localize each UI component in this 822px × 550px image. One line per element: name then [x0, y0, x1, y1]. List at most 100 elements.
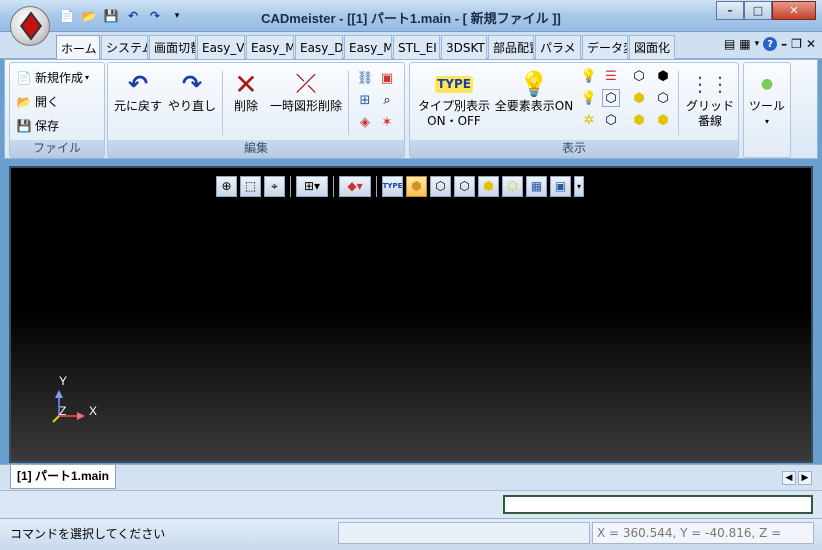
tab-drawing[interactable]: 図面化 [629, 35, 675, 59]
tab-easy-m-2[interactable]: Easy_M [344, 35, 392, 59]
type-display-button[interactable]: TYPE タイプ別表示 ON・OFF [414, 69, 494, 129]
tools-button[interactable]: ● ツール ▾ [744, 69, 790, 129]
tab-data-convert[interactable]: データ変 [582, 35, 628, 59]
layer-icon[interactable]: ▣ [378, 69, 396, 87]
maximize-button[interactable]: □ [744, 1, 772, 20]
doc-restore-icon[interactable]: ❐ [791, 37, 802, 51]
command-input[interactable] [503, 495, 813, 514]
open-button[interactable]: 📂 開く [16, 93, 60, 110]
window-layout-icon[interactable]: ▤ [724, 37, 735, 51]
temp-delete-button[interactable]: ⤫ 一時図形削除 [268, 69, 344, 114]
binoculars-icon[interactable]: ⌕ [378, 91, 396, 109]
link-icon[interactable]: ⛓ [356, 69, 374, 87]
cube-wire-icon-2[interactable]: ⬡ [602, 111, 620, 129]
tab-home[interactable]: ホーム [56, 35, 100, 60]
chevron-down-icon[interactable]: ▾ [755, 39, 760, 49]
tab-easy-m[interactable]: Easy_M [246, 35, 294, 59]
tab-3dskt[interactable]: 3DSKT [441, 35, 487, 59]
ribbon-group-tools: ● ツール ▾ [743, 62, 791, 158]
grid-label-1: グリッド [685, 99, 734, 113]
yellow-cube-icon[interactable]: ⬢ [478, 175, 499, 197]
tab-system[interactable]: システム [101, 35, 148, 59]
cube-select-icon[interactable]: ⬡ [654, 89, 672, 107]
cube-dropdown-icon[interactable]: ⬢ [654, 111, 672, 129]
doc-close-icon[interactable]: ✕ [806, 37, 816, 51]
render-mode-icon[interactable]: ◆▾ [339, 175, 371, 197]
document-tab[interactable]: [1] パート1.main [10, 465, 117, 489]
tab-easy-v[interactable]: Easy_V [197, 35, 245, 59]
separator [222, 71, 223, 135]
close-button[interactable]: ✕ [772, 1, 816, 20]
tab-screen-switch[interactable]: 画面切替 [149, 35, 196, 59]
viewport-menu-icon[interactable]: ▾ [574, 175, 584, 197]
undo-icon: ↶ [127, 69, 149, 98]
shaded-cube-icon[interactable]: ⬢ [406, 175, 427, 197]
hidden-line-cube-icon[interactable]: ⬡ [454, 175, 475, 197]
document-tab-strip: [1] パート1.main ◀ ▶ [0, 464, 822, 490]
all-display-button[interactable]: 💡 全要素表示ON [494, 69, 574, 114]
tab-easy-d[interactable]: Easy_D [295, 35, 343, 59]
axis-indicator: Y Z X [49, 374, 109, 424]
type-bulb-icon: TYPE [414, 69, 494, 99]
screen-capture-icon[interactable]: ▣ [550, 175, 571, 197]
delete-x-icon: ✕ [234, 67, 258, 101]
window-controls: – □ ✕ [716, 1, 816, 20]
viewport-type-icon-text: TYPE [382, 182, 403, 190]
cube-outline-icon[interactable]: ⬡ [602, 89, 620, 107]
type-display-icon[interactable]: TYPE [382, 175, 403, 197]
status-message: コマンドを選択してください [10, 527, 166, 541]
bulbs-small-icon[interactable]: ✲ [580, 111, 598, 129]
new-button[interactable]: 📄 新規作成 ▾ [16, 69, 90, 86]
zoom-in-icon[interactable]: ⊕ [216, 175, 237, 197]
grid-button[interactable]: ⋮⋮ グリッド 番線 [682, 69, 738, 129]
3d-viewport[interactable]: ⊕ ⬚ ⌖ ⊞▾ ◆▾ TYPE ⬢ ⬡ ⬡ ⬢ ⬡ ▦ ▣ ▾ Y Z X [9, 166, 813, 463]
bulb-small-icon-2[interactable]: 💡 [580, 89, 598, 107]
doc-minimize-icon[interactable]: – [781, 37, 787, 51]
cube-wire-icon[interactable]: ⬡ [630, 67, 648, 85]
group-label-edit: 編集 [108, 140, 404, 157]
open-label: 開く [35, 95, 60, 109]
undo-button[interactable]: ↶ 元に戻す [112, 69, 164, 114]
scroll-left-icon[interactable]: ◀ [782, 471, 796, 485]
save-icon: 💾 [16, 118, 32, 133]
minimize-button[interactable]: – [716, 1, 744, 20]
cube-yellow-icon-2[interactable]: ⬢ [630, 111, 648, 129]
bulb-small-icon[interactable]: 💡 [580, 67, 598, 85]
delete-button[interactable]: ✕ 削除 [226, 69, 266, 114]
window-arrange-icon[interactable]: ▦ [739, 37, 750, 51]
new-file-icon: 📄 [16, 70, 32, 85]
chevron-down-icon: ▾ [764, 117, 769, 126]
axis-y-label: Y [59, 374, 68, 388]
group-label-file: ファイル [10, 140, 104, 157]
app-menu-button[interactable] [10, 6, 50, 46]
status-panel [338, 522, 590, 544]
redo-button[interactable]: ↷ やり直し [166, 69, 218, 114]
tab-parts-layout[interactable]: 部品配置 [488, 35, 534, 59]
yellow-wire-cube-icon[interactable]: ⬡ [502, 175, 523, 197]
wire-cube-icon[interactable]: ⬡ [430, 175, 451, 197]
color-lines-icon[interactable]: ☰ [602, 67, 620, 85]
cube-yellow-icon[interactable]: ⬢ [630, 89, 648, 107]
save-button[interactable]: 💾 保存 [16, 117, 60, 134]
undo-label: 元に戻す [113, 99, 162, 113]
separator [678, 71, 679, 135]
group-label-display: 表示 [410, 140, 738, 157]
grid-label-2: 番線 [697, 114, 722, 128]
measure-icon[interactable]: ⊞ [356, 91, 374, 109]
cube-search-icon[interactable]: ⬢ [654, 67, 672, 85]
tab-parameter[interactable]: パラメ [535, 35, 581, 59]
transform-icon[interactable]: ◈ [356, 113, 374, 131]
open-folder-icon: 📂 [16, 94, 32, 109]
zoom-window-icon[interactable]: ⬚ [240, 175, 261, 197]
grid-view-icon[interactable]: ▦ [526, 175, 547, 197]
help-icon[interactable]: ? [763, 37, 778, 51]
intersect-icon[interactable]: ✶ [378, 113, 396, 131]
ribbon-group-edit: ↶ 元に戻す ↷ やり直し ✕ 削除 ⤫ 一時図形削除 ⛓ ▣ ⊞ ⌕ ◈ ✶ … [107, 62, 405, 158]
zoom-fit-icon[interactable]: ⌖ [264, 175, 285, 197]
scroll-right-icon[interactable]: ▶ [798, 471, 812, 485]
cadmeister-logo-icon [20, 11, 42, 41]
axis-x-label: X [89, 404, 98, 418]
tab-stl[interactable]: STL_EI [393, 35, 440, 59]
redo-icon: ↷ [181, 69, 203, 98]
view-orient-icon[interactable]: ⊞▾ [296, 175, 328, 197]
